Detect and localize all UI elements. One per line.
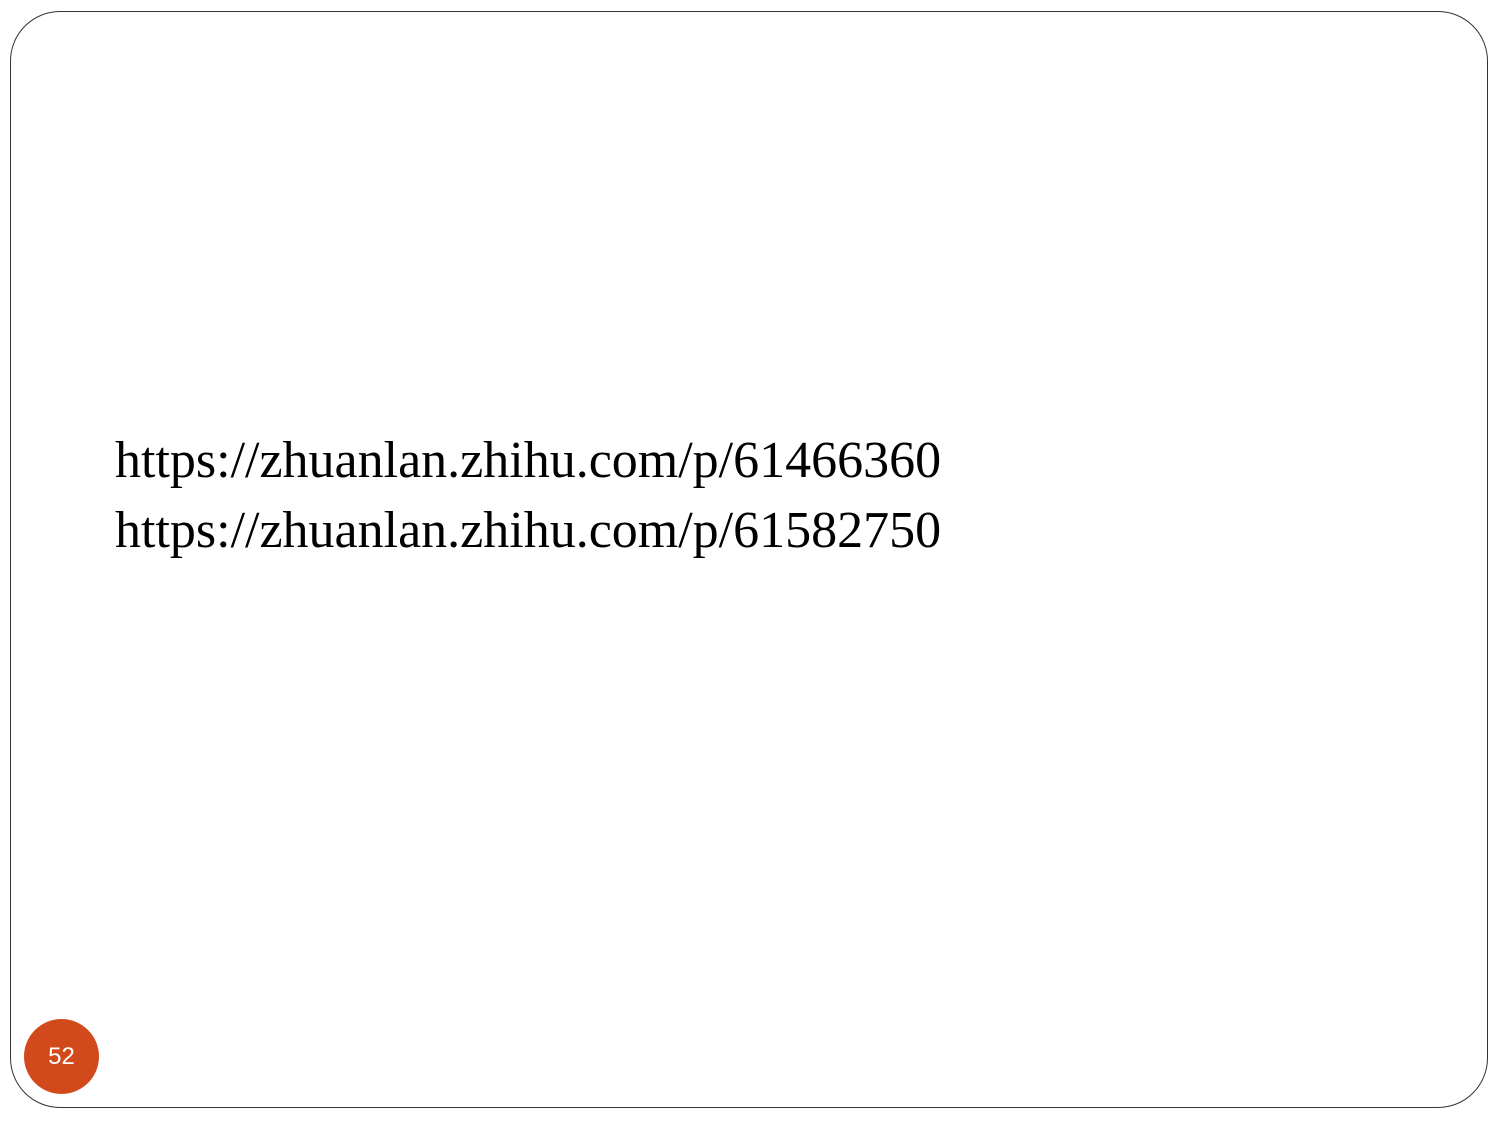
slide: https://zhuanlan.zhihu.com/p/61466360 ht…	[0, 0, 1500, 1125]
link-text-2[interactable]: https://zhuanlan.zhihu.com/p/61582750	[115, 496, 941, 566]
link-list: https://zhuanlan.zhihu.com/p/61466360 ht…	[115, 426, 941, 566]
link-text-1[interactable]: https://zhuanlan.zhihu.com/p/61466360	[115, 426, 941, 496]
page-number-badge: 52	[24, 1019, 99, 1094]
page-number: 52	[48, 1042, 75, 1070]
